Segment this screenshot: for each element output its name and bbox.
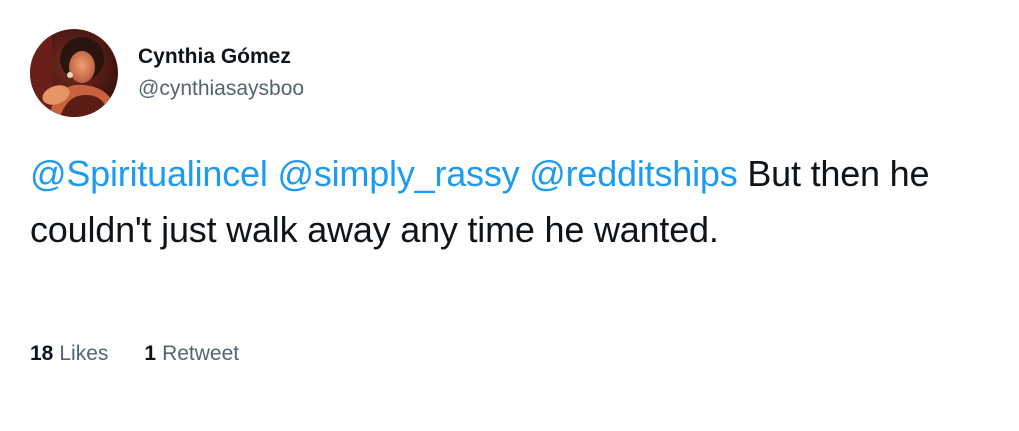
likes-stat[interactable]: 18 Likes bbox=[30, 340, 108, 368]
tweet-text: @Spiritualincel @simply_rassy @redditshi… bbox=[30, 146, 990, 258]
tweet-card: Cynthia Gómez @cynthiasaysboo @Spiritual… bbox=[0, 0, 1019, 431]
mention-link[interactable]: @simply_rassy bbox=[277, 153, 519, 194]
retweets-stat[interactable]: 1 Retweet bbox=[144, 340, 239, 368]
retweets-label: Retweet bbox=[162, 342, 240, 365]
author-display-name[interactable]: Cynthia Gómez bbox=[138, 44, 304, 70]
author-names: Cynthia Gómez @cynthiasaysboo bbox=[138, 29, 304, 117]
likes-label: Likes bbox=[59, 342, 109, 365]
avatar-image bbox=[30, 29, 118, 117]
likes-count: 18 bbox=[30, 342, 54, 365]
author-handle[interactable]: @cynthiasaysboo bbox=[138, 76, 304, 102]
mention-link[interactable]: @Spiritualincel bbox=[30, 153, 268, 194]
mention-link[interactable]: @redditships bbox=[529, 153, 737, 194]
retweets-count: 1 bbox=[144, 342, 157, 365]
tweet-stats: 18 Likes 1 Retweet bbox=[30, 340, 275, 368]
avatar[interactable] bbox=[30, 29, 118, 117]
tweet-header: Cynthia Gómez @cynthiasaysboo bbox=[30, 29, 304, 117]
